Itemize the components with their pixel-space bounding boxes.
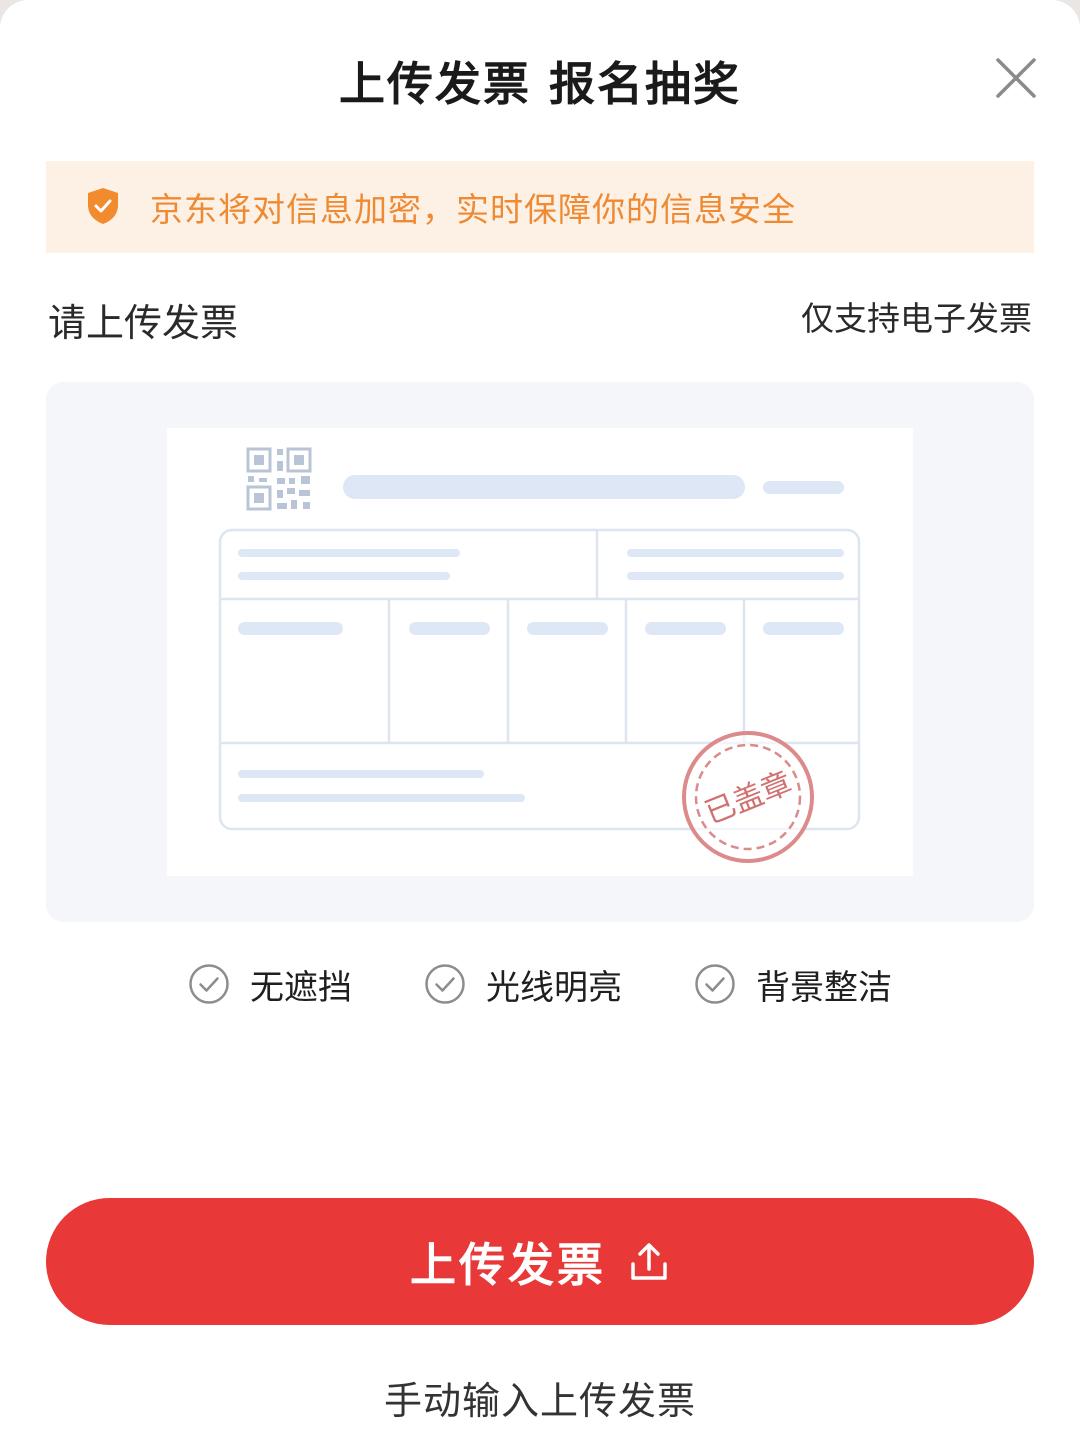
upload-invoice-dialog: 上传发票 报名抽奖 京东将对信息加密，实时保障你的信息安全 请上传发票 仅支持电… [0, 0, 1080, 1439]
upload-invoice-button[interactable]: 上传发票 [46, 1198, 1034, 1325]
check-circle-icon [695, 964, 735, 1004]
check-circle-icon [425, 964, 465, 1004]
sample-invoice-illustration: 已盖章 [167, 428, 913, 876]
close-button[interactable] [990, 52, 1042, 104]
electronic-invoice-hint: 仅支持电子发票 [801, 299, 1032, 338]
tip-item: 光线明亮 [424, 958, 622, 1010]
tip-label: 背景整洁 [756, 967, 892, 1008]
shield-check-icon [88, 188, 118, 224]
upload-section-label: 请上传发票 [48, 301, 239, 345]
tip-item: 无遮挡 [188, 958, 352, 1010]
photo-tips: 无遮挡 光线明亮 背景整洁 [0, 958, 1080, 1010]
tip-label: 无遮挡 [250, 967, 352, 1008]
security-notice-text: 京东将对信息加密，实时保障你的信息安全 [150, 190, 796, 229]
upload-button-label: 上传发票 [410, 1237, 606, 1292]
check-circle-icon [189, 964, 229, 1004]
manual-input-link[interactable]: 手动输入上传发票 [0, 1370, 1080, 1425]
upload-icon [631, 1242, 667, 1280]
dialog-title: 上传发票 报名抽奖 [338, 57, 741, 111]
tip-label: 光线明亮 [486, 967, 622, 1008]
company-stamp: 已盖章 [682, 731, 814, 863]
tip-item: 背景整洁 [694, 958, 892, 1010]
close-icon [996, 58, 1036, 98]
